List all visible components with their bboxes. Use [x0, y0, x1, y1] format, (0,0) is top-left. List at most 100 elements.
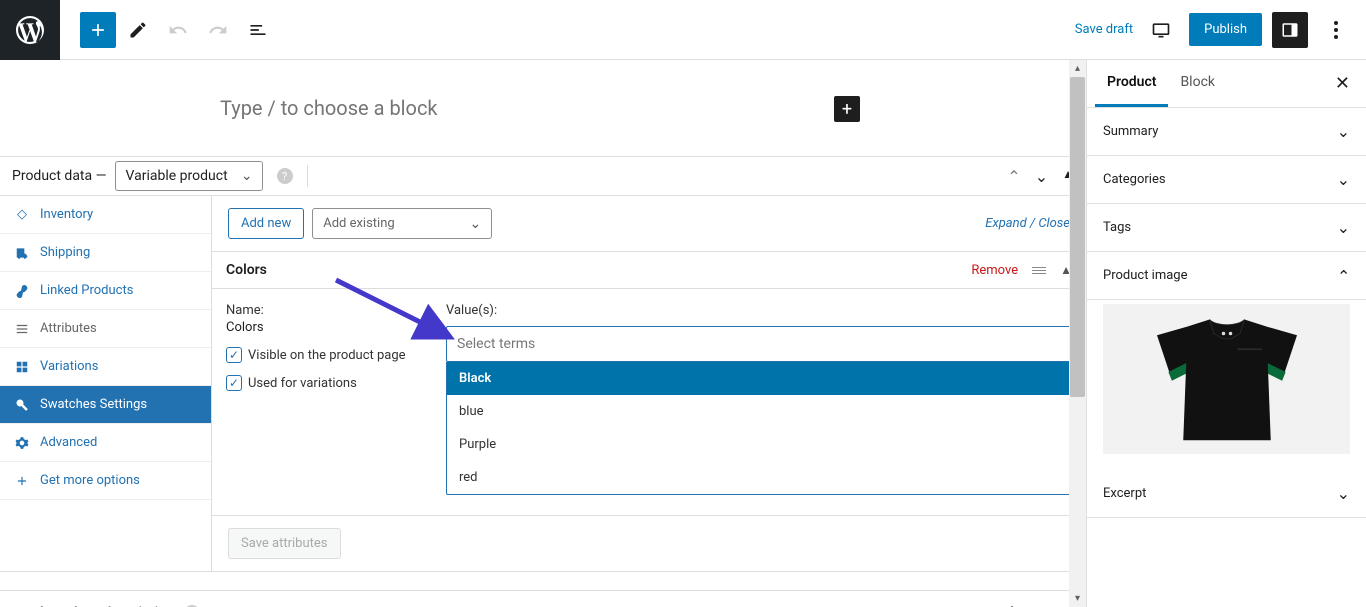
settings-sidebar-toggle[interactable]: [1272, 12, 1308, 48]
attribute-left-column: Name: Colors ✓ Visible on the product pa…: [226, 303, 426, 495]
tab-attributes[interactable]: Attributes: [0, 310, 211, 348]
add-block-button[interactable]: [80, 12, 116, 48]
toolbar-left: [60, 12, 276, 48]
term-option-black[interactable]: Black: [447, 362, 1071, 395]
wordpress-logo[interactable]: [0, 0, 60, 60]
settings-sidebar: Product Block ✕ Summary ⌄ Categories ⌄ T…: [1086, 60, 1366, 607]
sidebar-tabs: Product Block ✕: [1087, 60, 1366, 108]
attribute-name-label: Name:: [226, 303, 426, 318]
tab-label: Variations: [40, 359, 98, 374]
preview-button[interactable]: [1143, 12, 1179, 48]
panel-toggle-arrows: ⌃ ⌄ ▲: [1007, 167, 1074, 186]
tab-inventory[interactable]: ◇ Inventory: [0, 196, 211, 234]
divider: [307, 165, 308, 187]
attribute-remove-link[interactable]: Remove: [971, 263, 1018, 278]
help-icon[interactable]: ?: [277, 168, 293, 184]
tab-variations[interactable]: Variations: [0, 348, 211, 386]
sidebar-tab-block[interactable]: Block: [1168, 60, 1227, 107]
add-existing-attribute-select[interactable]: Add existing ⌄: [312, 208, 492, 239]
up-icon[interactable]: ⌃: [1005, 603, 1018, 607]
chevron-up-icon: ⌄: [1337, 266, 1350, 285]
sidebar-tab-product[interactable]: Product: [1095, 60, 1168, 107]
checkbox-checked-icon: ✓: [226, 375, 242, 391]
attributes-pane-footer: Save attributes: [212, 515, 1086, 571]
attribute-values-column: Value(s): Select terms Black blue Purple…: [446, 303, 1072, 495]
options-menu-button[interactable]: [1318, 12, 1354, 48]
document-overview-button[interactable]: [240, 12, 276, 48]
product-data-tabs: ◇ Inventory Shipping Linked Products: [0, 196, 212, 571]
tab-swatches-settings[interactable]: Swatches Settings: [0, 386, 211, 424]
scrollbar-thumb[interactable]: [1070, 77, 1085, 397]
undo-button[interactable]: [160, 12, 196, 48]
panel-title: Tags: [1103, 220, 1131, 235]
tab-label: Swatches Settings: [40, 397, 147, 412]
sidebar-panel-tags[interactable]: Tags ⌄: [1087, 204, 1366, 252]
visible-on-page-checkbox[interactable]: ✓ Visible on the product page: [226, 347, 426, 363]
list-icon: [14, 322, 30, 336]
plus-icon: [14, 474, 30, 488]
save-draft-link[interactable]: Save draft: [1075, 22, 1133, 37]
chevron-down-icon: ⌄: [469, 216, 481, 232]
chevron-down-icon: ⌄: [1337, 484, 1350, 503]
attribute-values-label: Value(s):: [446, 303, 1072, 318]
save-attributes-button[interactable]: Save attributes: [228, 528, 341, 559]
term-option-red[interactable]: red: [447, 461, 1071, 494]
product-image-preview[interactable]: [1087, 300, 1366, 470]
attribute-title: Colors: [226, 262, 267, 278]
collapse-up-icon[interactable]: ⌃: [1007, 167, 1020, 186]
panel-title: Summary: [1103, 124, 1158, 139]
redo-button[interactable]: [200, 12, 236, 48]
scrollbar-down-icon[interactable]: ▾: [1069, 590, 1086, 607]
checkbox-label: Visible on the product page: [248, 348, 406, 363]
editor-scrollbar[interactable]: ▴ ▾: [1069, 60, 1086, 607]
product-data-label: Product data —: [12, 168, 107, 184]
sidebar-panel-categories[interactable]: Categories ⌄: [1087, 156, 1366, 204]
gear-icon: [14, 436, 30, 450]
tab-shipping[interactable]: Shipping: [0, 234, 211, 272]
add-new-attribute-button[interactable]: Add new: [228, 208, 304, 239]
down-icon[interactable]: ⌄: [1033, 603, 1046, 607]
attribute-row-header[interactable]: Colors Remove ▲: [212, 252, 1086, 289]
attribute-row-body: Name: Colors ✓ Visible on the product pa…: [212, 289, 1086, 515]
panel-toggle-arrows: ⌃ ⌄ ▼: [1005, 603, 1072, 607]
product-data-header: Product data — Variable product ⌄ ? ⌃ ⌄ …: [0, 156, 1086, 196]
term-option-blue[interactable]: blue: [447, 395, 1071, 428]
product-short-description-header[interactable]: Product short description ? ⌃ ⌄ ▼: [0, 590, 1086, 607]
chevron-down-icon: ⌄: [1337, 122, 1350, 141]
tab-label: Get more options: [40, 473, 140, 488]
product-type-select[interactable]: Variable product ⌄: [115, 168, 263, 184]
link-icon: [14, 284, 30, 298]
select-terms-input[interactable]: Select terms: [446, 326, 1072, 362]
drag-handle-icon[interactable]: [1032, 267, 1046, 274]
tab-label: Linked Products: [40, 283, 133, 298]
sidebar-panel-excerpt[interactable]: Excerpt ⌄: [1087, 470, 1366, 518]
tab-label: Attributes: [40, 321, 97, 336]
editor-column: Type / to choose a block + Product data …: [0, 60, 1086, 607]
publish-button[interactable]: Publish: [1189, 13, 1262, 46]
tab-label: Inventory: [40, 207, 93, 222]
expand-close-link[interactable]: Expand / Close: [985, 216, 1070, 231]
sidebar-panel-product-image[interactable]: Product image ⌄: [1087, 252, 1366, 300]
tab-advanced[interactable]: Advanced: [0, 424, 211, 462]
tab-linked-products[interactable]: Linked Products: [0, 272, 211, 310]
inline-add-block-button[interactable]: +: [834, 96, 860, 122]
tab-get-more-options[interactable]: Get more options: [0, 462, 211, 500]
terms-dropdown: Black blue Purple red: [446, 362, 1072, 495]
scrollbar-up-icon[interactable]: ▴: [1069, 60, 1086, 77]
block-placeholder-row[interactable]: Type / to choose a block +: [0, 60, 1086, 156]
truck-icon: [14, 246, 30, 260]
expand-down-icon[interactable]: ⌄: [1035, 167, 1048, 186]
chevron-down-icon: ⌄: [1337, 170, 1350, 189]
checkbox-checked-icon: ✓: [226, 347, 242, 363]
used-for-variations-checkbox[interactable]: ✓ Used for variations: [226, 375, 426, 391]
product-type-value: Variable product: [115, 161, 263, 191]
attribute-name-value: Colors: [226, 320, 426, 335]
sidebar-panel-summary[interactable]: Summary ⌄: [1087, 108, 1366, 156]
tools-button[interactable]: [120, 12, 156, 48]
product-data-body: ◇ Inventory Shipping Linked Products: [0, 196, 1086, 572]
term-option-purple[interactable]: Purple: [447, 428, 1071, 461]
checkbox-label: Used for variations: [248, 376, 357, 391]
panel-title: Categories: [1103, 172, 1166, 187]
tab-label: Shipping: [40, 245, 90, 260]
close-sidebar-icon[interactable]: ✕: [1327, 73, 1358, 94]
